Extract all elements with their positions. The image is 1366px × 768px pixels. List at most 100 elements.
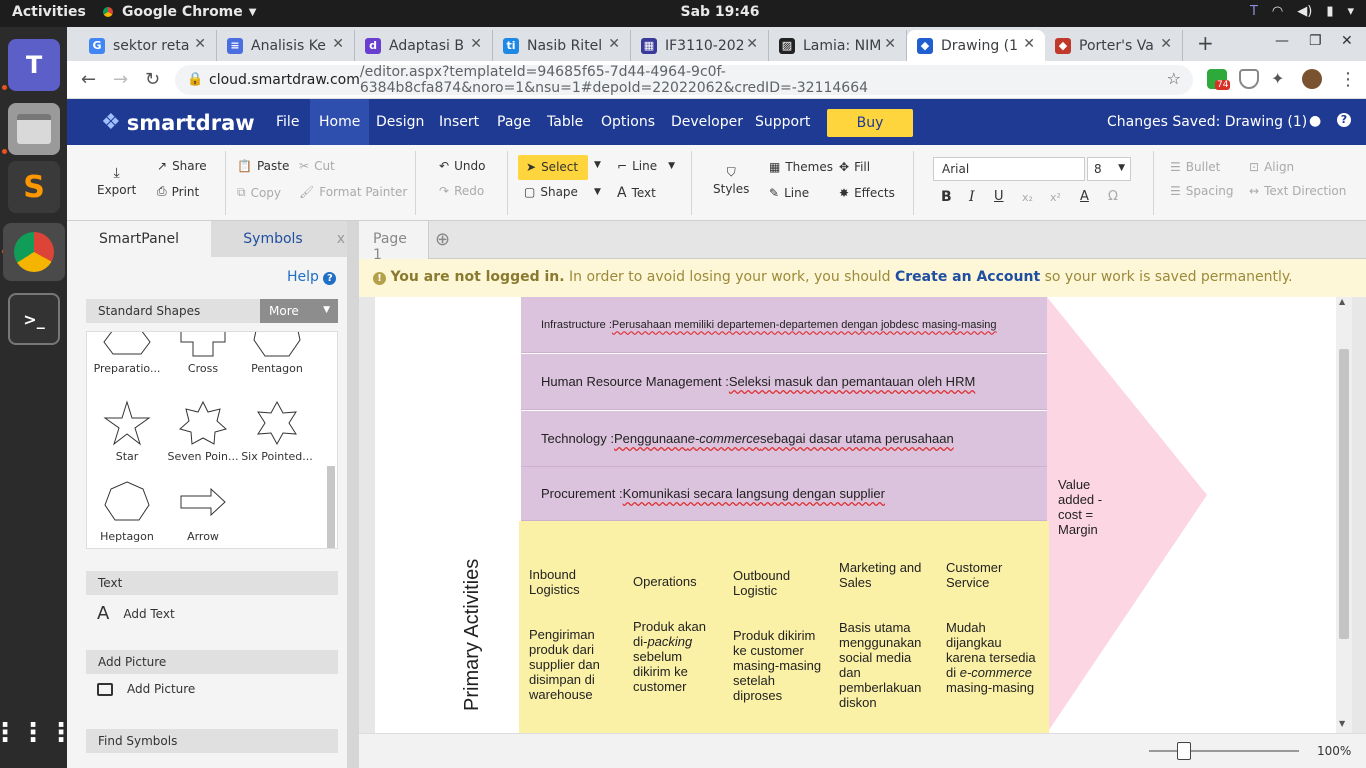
margin-label[interactable]: Value added - cost = Margin: [1058, 477, 1128, 537]
support-activity-infrastructure[interactable]: Infrastructure : Perusahaan memiliki dep…: [521, 297, 1047, 353]
close-icon[interactable]: ✕: [746, 36, 758, 52]
menu-design[interactable]: Design: [367, 99, 433, 145]
panel-splitter[interactable]: [347, 221, 359, 768]
shape-seven-point-star[interactable]: Seven Poin...: [165, 400, 241, 463]
clock[interactable]: Sab 19:46: [660, 4, 780, 20]
menu-support[interactable]: Support: [746, 99, 819, 145]
text-tool-button[interactable]: A Text: [617, 185, 656, 201]
help-link[interactable]: Help ?: [287, 269, 337, 285]
sublime-text-icon[interactable]: S: [8, 161, 60, 213]
restore-icon[interactable]: ❐: [1309, 33, 1322, 49]
minimize-icon[interactable]: —: [1275, 33, 1289, 49]
support-activity-hrm[interactable]: Human Resource Management : Seleksi masu…: [521, 354, 1047, 410]
menu-insert[interactable]: Insert: [430, 99, 488, 145]
menu-home[interactable]: Home: [310, 99, 370, 145]
chevron-down-icon[interactable]: ▼: [594, 187, 601, 197]
activities-button[interactable]: Activities: [12, 4, 86, 20]
browser-tab-active[interactable]: ◆ Drawing (1 ✕: [907, 30, 1045, 61]
reload-icon[interactable]: ↻: [145, 69, 160, 90]
close-icon[interactable]: ✕: [608, 36, 620, 52]
format-painter-button[interactable]: 🖌 Format Painter: [299, 185, 407, 199]
select-tool-label[interactable]: ➤ Select: [526, 160, 578, 174]
support-activity-procurement[interactable]: Procurement : Komunikasi secara langsung…: [521, 467, 1047, 521]
subscript-button[interactable]: x₂: [1022, 191, 1033, 204]
bullet-button[interactable]: ☰ Bullet: [1170, 160, 1220, 174]
chrome-dock-icon[interactable]: [3, 223, 65, 281]
redo-button[interactable]: ↷ Redo: [439, 184, 484, 198]
undo-button[interactable]: ↶ Undo: [439, 159, 485, 173]
menu-table[interactable]: Table: [538, 99, 592, 145]
menu-developer[interactable]: Developer: [662, 99, 752, 145]
line-tool-button[interactable]: ⌐ Line ▼: [617, 159, 675, 173]
close-icon[interactable]: x: [337, 221, 345, 257]
tab-smartpanel[interactable]: SmartPanel: [67, 221, 211, 257]
back-icon[interactable]: ←: [81, 69, 96, 90]
shape-six-pointed-star[interactable]: Six Pointed...: [239, 400, 315, 463]
show-applications-icon[interactable]: ⋮⋮⋮: [0, 707, 74, 759]
browser-tab[interactable]: Gsektor reta ✕: [79, 30, 217, 61]
browser-tab[interactable]: ▨ Lamia: NIM ✕: [769, 30, 907, 61]
shape-cross[interactable]: Cross: [165, 332, 241, 375]
teams-tray-icon[interactable]: T: [1250, 4, 1258, 19]
browser-tab[interactable]: ▦ IF3110-202 ✕: [631, 30, 769, 61]
shield-extension-icon[interactable]: [1239, 69, 1259, 89]
shape-pentagon[interactable]: Pentagon: [239, 332, 315, 375]
zoom-slider-track[interactable]: [1149, 750, 1299, 752]
teams-icon[interactable]: T: [8, 39, 60, 91]
line-extension-icon[interactable]: 74: [1207, 69, 1231, 90]
browser-tab[interactable]: ≡ Analisis Ke ✕: [217, 30, 355, 61]
canvas-vertical-scrollbar[interactable]: ▲ ▼: [1336, 297, 1352, 733]
primary-activities-label[interactable]: Primary Activities: [461, 559, 484, 711]
spacing-button[interactable]: ☰ Spacing: [1170, 184, 1234, 198]
terminal-icon[interactable]: >_: [8, 293, 60, 345]
close-icon[interactable]: ✕: [194, 36, 206, 52]
tab-symbols[interactable]: Symbols x: [211, 221, 347, 257]
power-menu-icon[interactable]: ▾: [1347, 4, 1354, 19]
browser-tab[interactable]: ti Nasib Ritel ✕: [493, 30, 631, 61]
profile-avatar[interactable]: [1302, 69, 1322, 89]
copy-button[interactable]: ⧉ Copy: [237, 185, 281, 200]
cut-button[interactable]: ✂ Cut: [299, 159, 335, 173]
line-style-button[interactable]: ✎ Line: [769, 186, 809, 200]
shape-heptagon[interactable]: Heptagon: [89, 480, 165, 543]
close-window-icon[interactable]: ✕: [1341, 33, 1353, 49]
notifications-icon[interactable]: ●: [1309, 113, 1321, 129]
zoom-slider-knob[interactable]: [1177, 742, 1191, 760]
close-icon[interactable]: ✕: [332, 36, 344, 52]
close-icon[interactable]: ✕: [470, 36, 482, 52]
create-account-link[interactable]: Create an Account: [895, 269, 1040, 285]
bold-button[interactable]: B: [941, 189, 952, 205]
styles-button[interactable]: ⛉ Styles: [713, 165, 749, 196]
forward-icon[interactable]: →: [113, 69, 128, 90]
shape-star[interactable]: Star: [89, 400, 165, 463]
close-icon[interactable]: ✕: [1023, 36, 1035, 52]
browser-tab[interactable]: ◆ Porter's Va ✕: [1045, 30, 1183, 61]
shape-preparation[interactable]: Preparatio...: [89, 332, 165, 375]
font-family-select[interactable]: Arial: [933, 157, 1085, 181]
menu-file[interactable]: File: [267, 99, 308, 145]
paste-button[interactable]: 📋 Paste: [237, 159, 289, 173]
drawing-canvas[interactable]: Infrastructure : Perusahaan memiliki dep…: [359, 297, 1336, 733]
shape-arrow[interactable]: Arrow: [165, 480, 241, 543]
font-size-select[interactable]: 8 ▼: [1087, 157, 1131, 181]
chevron-down-icon[interactable]: ▼: [594, 160, 601, 170]
add-picture-button[interactable]: Add Picture: [97, 682, 195, 696]
chevron-up-icon[interactable]: ▲: [1339, 297, 1345, 306]
export-button[interactable]: ⤓ Export: [97, 165, 136, 197]
chrome-menu-icon[interactable]: ⋮: [1339, 69, 1357, 90]
menu-page[interactable]: Page: [488, 99, 540, 145]
menu-options[interactable]: Options: [592, 99, 664, 145]
buy-button[interactable]: Buy: [827, 109, 913, 137]
new-tab-button[interactable]: +: [1197, 31, 1214, 55]
close-icon[interactable]: ✕: [884, 36, 896, 52]
more-shapes-button[interactable]: More ▼: [260, 299, 338, 323]
add-page-icon[interactable]: ⊕: [435, 229, 450, 250]
app-menu[interactable]: Google Chrome ▼: [100, 4, 256, 20]
scrollbar-thumb[interactable]: [1339, 349, 1349, 639]
help-icon[interactable]: ?: [1337, 113, 1351, 127]
bookmark-star-icon[interactable]: ☆: [1167, 69, 1181, 88]
share-button[interactable]: ↗ Share: [157, 159, 207, 173]
print-button[interactable]: ⎙ Print: [157, 184, 199, 199]
special-character-button[interactable]: Ω: [1108, 189, 1118, 204]
shape-library-scrollbar[interactable]: [327, 466, 335, 548]
